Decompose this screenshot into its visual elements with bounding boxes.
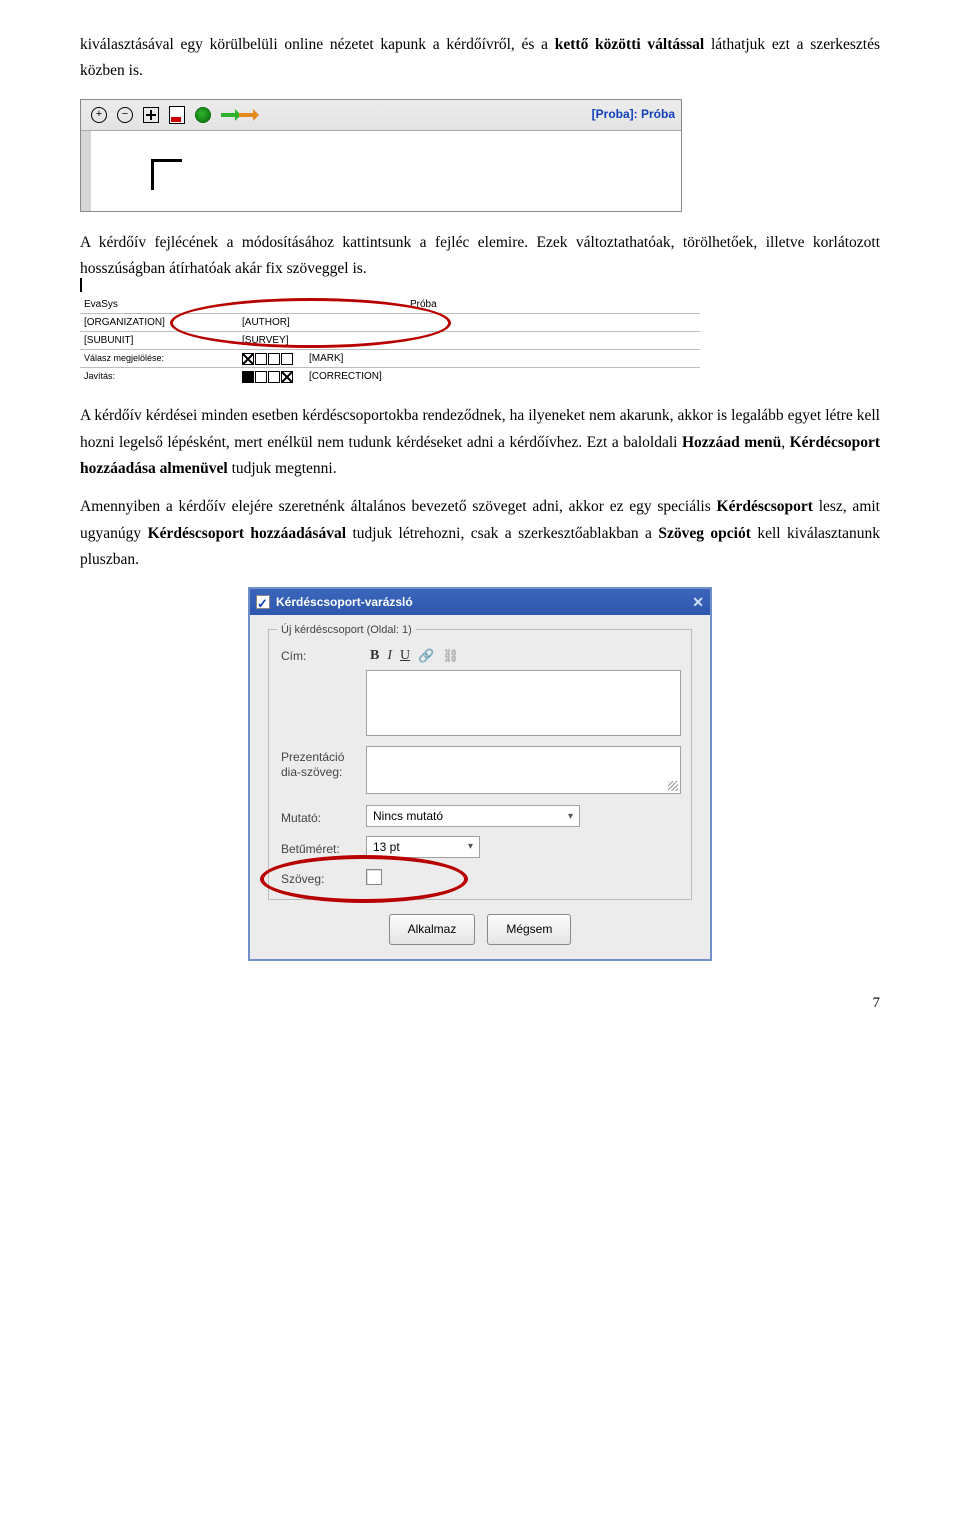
text: kiválasztásával egy körülbelüli online n…	[80, 36, 555, 53]
cell: EvaSys	[80, 296, 238, 313]
fontsize-select[interactable]: 13 pt ▾	[366, 836, 480, 858]
dialog-title: Kérdéscsoport-varázsló	[276, 592, 413, 612]
text-bold: Hozzáad menü	[682, 434, 781, 451]
group-legend: Új kérdéscsoport (Oldal: 1)	[277, 621, 416, 640]
checkbox-filled-icon	[242, 371, 254, 383]
checkbox-crossed-icon	[242, 353, 254, 365]
paragraph-1: kiválasztásával egy körülbelüli online n…	[80, 32, 880, 85]
text: tudjuk megtenni.	[228, 460, 337, 477]
paragraph-4: Amennyiben a kérdőív elejére szeretnénk …	[80, 494, 880, 573]
checkbox-icon	[268, 353, 280, 365]
remove-icon[interactable]: −	[113, 103, 137, 127]
table-row: [SUBUNIT] [SURVEY]	[80, 332, 700, 350]
text-bold: Szöveg opciót	[658, 525, 751, 542]
checkbox-group	[238, 353, 305, 365]
cell: [MARK]	[305, 350, 347, 367]
bold-icon[interactable]: B	[370, 644, 379, 668]
pdf-icon[interactable]	[165, 103, 189, 127]
cell: [SURVEY]	[238, 332, 406, 349]
text: ,	[781, 434, 789, 451]
table-row: [ORGANIZATION] [AUTHOR]	[80, 314, 700, 332]
label-cim: Cím:	[281, 642, 366, 666]
wizard-dialog: Kérdéscsoport-varázsló ✕ Új kérdéscsopor…	[248, 587, 712, 960]
cell: [ORGANIZATION]	[80, 314, 238, 331]
screenshot-toolbar: + − [Proba]: Próba	[80, 99, 682, 212]
label-mutato: Mutató:	[281, 804, 366, 828]
group-frame: Új kérdéscsoport (Oldal: 1) Cím: B I U 🔗…	[268, 629, 692, 900]
toggle-view-icon[interactable]	[217, 103, 257, 127]
toolbar: + − [Proba]: Próba	[81, 100, 681, 131]
szoveg-checkbox[interactable]	[366, 869, 382, 885]
add-icon[interactable]: +	[87, 103, 111, 127]
text-bold: Kérdéscsoport	[717, 498, 813, 515]
canvas-area	[81, 131, 681, 211]
text-bold: kettő közötti váltással	[555, 36, 704, 53]
globe-icon[interactable]	[191, 103, 215, 127]
window-title: [Proba]: Próba	[592, 104, 675, 124]
screenshot-header-fields: EvaSys Próba [ORGANIZATION] [AUTHOR] [SU…	[80, 296, 700, 385]
checkbox-icon	[268, 371, 280, 383]
page-number: 7	[80, 991, 880, 1017]
table-row: Válasz megjelölése: [MARK]	[80, 350, 700, 368]
mutato-select[interactable]: Nincs mutató ▾	[366, 805, 580, 827]
dialog-titlebar: Kérdéscsoport-varázsló ✕	[250, 589, 710, 615]
label-presentation: Prezentáció dia-szöveg:	[281, 746, 366, 779]
italic-icon[interactable]: I	[387, 644, 392, 668]
text-cursor-icon	[80, 278, 82, 292]
label-szoveg: Szöveg:	[281, 865, 366, 889]
table-row: Javítás: [CORRECTION]	[80, 368, 700, 385]
check-icon	[256, 595, 270, 609]
close-icon[interactable]: ✕	[692, 591, 704, 615]
cell: [SUBUNIT]	[80, 332, 238, 349]
checkbox-icon	[255, 353, 267, 365]
unlink-icon[interactable]: ⛓	[442, 645, 459, 667]
table-row: EvaSys Próba	[80, 296, 700, 314]
crop-mark-icon	[151, 159, 182, 190]
cell: Próba	[406, 296, 700, 313]
underline-icon[interactable]: U	[400, 644, 410, 668]
link-icon[interactable]: 🔗	[418, 645, 434, 667]
label-betumeret: Betűméret:	[281, 835, 366, 859]
cell: Válasz megjelölése:	[80, 351, 238, 366]
apply-button[interactable]: Alkalmaz	[389, 914, 476, 944]
rich-toolbar: B I U 🔗 ⛓	[366, 642, 679, 670]
chevron-down-icon: ▾	[568, 808, 573, 825]
paragraph-3: A kérdőív kérdései minden esetben kérdés…	[80, 403, 880, 482]
cancel-button[interactable]: Mégsem	[487, 914, 571, 944]
cell: [CORRECTION]	[305, 368, 386, 385]
checkbox-crossed-icon	[281, 371, 293, 383]
chevron-down-icon: ▾	[468, 838, 473, 855]
checkbox-group	[238, 371, 305, 383]
checkbox-icon	[281, 353, 293, 365]
checkbox-icon	[255, 371, 267, 383]
text: Amennyiben a kérdőív elejére szeretnénk …	[80, 498, 717, 515]
paragraph-2: A kérdőív fejlécének a módosításához kat…	[80, 230, 880, 283]
title-textarea[interactable]	[366, 670, 681, 736]
text-bold: Kérdéscsoport hozzáadásával	[148, 525, 346, 542]
expand-icon[interactable]	[139, 103, 163, 127]
select-value: Nincs mutató	[373, 806, 443, 826]
cell: [AUTHOR]	[238, 314, 406, 331]
presentation-textarea[interactable]	[366, 746, 681, 794]
cell: Javítás:	[80, 369, 238, 384]
select-value: 13 pt	[373, 837, 400, 857]
text: tudjuk létrehozni, csak a szerkesztőabla…	[346, 525, 658, 542]
